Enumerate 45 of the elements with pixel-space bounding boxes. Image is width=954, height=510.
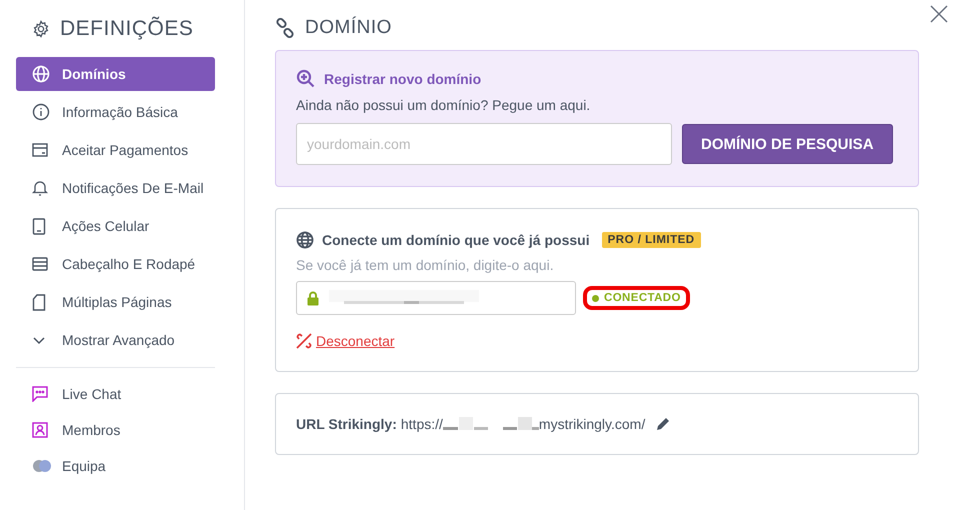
bell-icon: [32, 179, 48, 197]
avatars-icon: [32, 459, 52, 473]
globe-icon: [296, 231, 314, 249]
plan-badge: PRO / LIMITED: [602, 232, 701, 248]
sidebar-item[interactable]: Ações Celular: [16, 209, 215, 243]
lock-icon: [307, 290, 319, 306]
domain-search-field[interactable]: yourdomain.com: [296, 123, 672, 165]
sidebar-item[interactable]: Informação Básica: [16, 95, 215, 129]
url-label: URL Strikingly:: [296, 416, 397, 432]
close-icon[interactable]: [930, 5, 948, 23]
connect-heading: Conecte um domínio que você já possui: [322, 232, 590, 248]
url-prefix: https://: [400, 416, 443, 432]
link-icon: [275, 18, 295, 38]
status-badge: CONECTADO: [586, 289, 687, 307]
chevron-down-icon: [32, 335, 46, 345]
globe-icon: [32, 65, 50, 83]
url-suffix: mystrikingly.com/: [538, 416, 646, 432]
sidebar-item[interactable]: Mostrar Avançado: [16, 323, 215, 357]
search-domain-button[interactable]: DOMÍNIO DE PESQUISA: [682, 124, 893, 164]
settings-title: DEFINIÇÕES: [60, 17, 194, 41]
register-heading: Registrar novo domínio: [324, 71, 482, 87]
register-description: Ainda não possui um domínio? Pegue um aqui.: [296, 97, 592, 113]
disconnect-link[interactable]: Desconectar: [316, 333, 395, 349]
connect-description: Se você já tem um domínio, digite-o aqui.: [296, 257, 555, 273]
chat-icon: [32, 386, 48, 402]
edit-icon[interactable]: [655, 416, 672, 432]
page-title: DOMÍNIO: [305, 17, 392, 39]
zoom-in-icon: [296, 69, 316, 89]
sidebar-item[interactable]: Live Chat: [16, 378, 215, 410]
sidebar-item[interactable]: Domínios: [16, 57, 215, 91]
broken-link-icon: [296, 333, 312, 349]
sidebar-item[interactable]: Cabeçalho E Rodapé: [16, 247, 215, 281]
phone-icon: [32, 218, 46, 234]
sidebar-item[interactable]: Notificações De E-Mail: [16, 171, 215, 205]
sidebar-item[interactable]: Múltiplas Páginas: [16, 285, 215, 319]
sidebar-item[interactable]: Aceitar Pagamentos: [16, 133, 215, 167]
sidebar-item[interactable]: Equipa: [16, 450, 215, 482]
layout-icon: [32, 257, 48, 271]
domain-field[interactable]: [296, 281, 576, 315]
info-icon: [32, 103, 50, 121]
card-icon: [32, 143, 48, 157]
member-icon: [32, 422, 48, 438]
settings-icon: [32, 20, 50, 38]
page-icon: [32, 294, 46, 310]
sidebar-item[interactable]: Membros: [16, 414, 215, 446]
